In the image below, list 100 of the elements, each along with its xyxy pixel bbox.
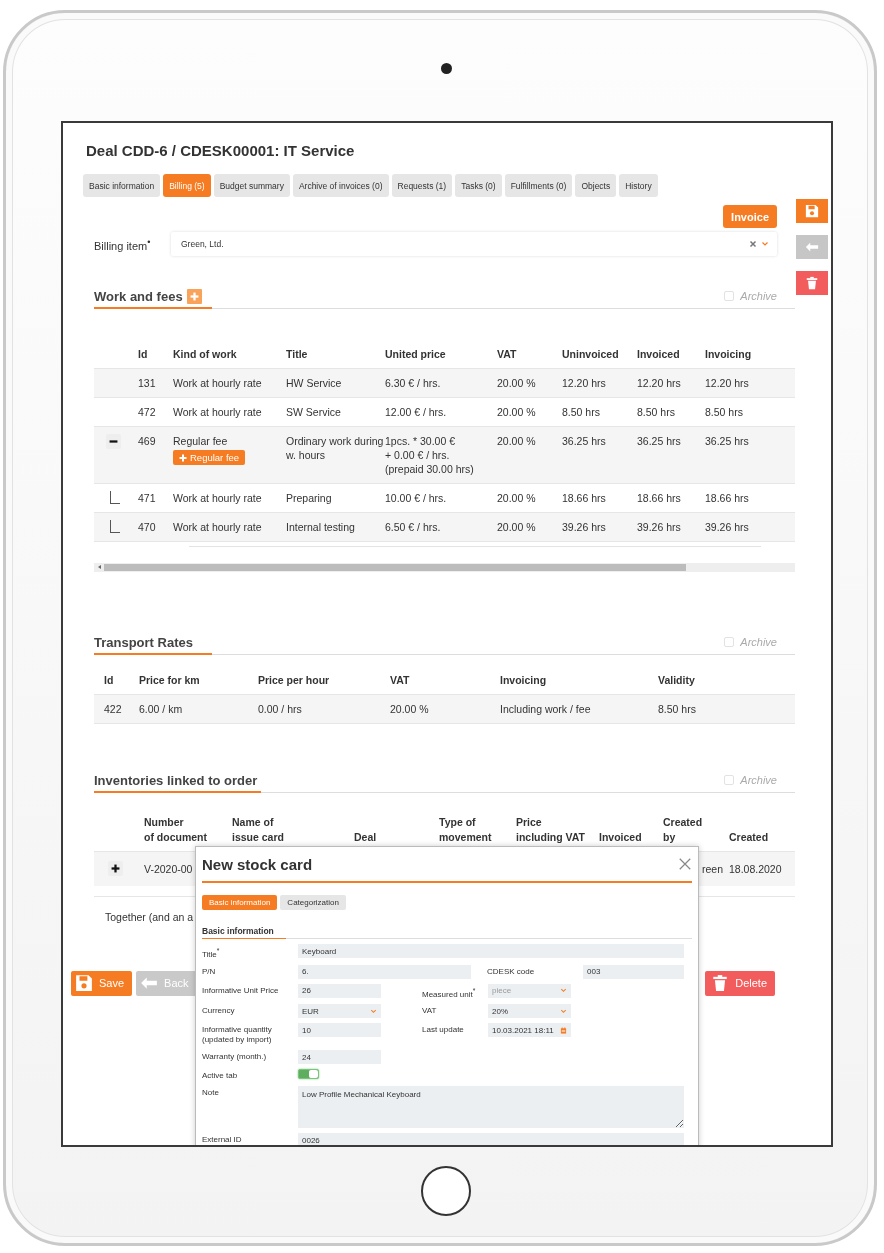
column-header: Price for km	[139, 667, 258, 695]
text-field[interactable]: 003	[583, 964, 684, 979]
text-field[interactable]: 0026	[298, 1133, 684, 1145]
table-cell: 12.20 hrs	[637, 368, 705, 398]
section-title: Transport Rates	[94, 634, 193, 650]
section-title: Basic information	[202, 926, 286, 939]
column-header: Number of document	[144, 809, 232, 852]
save-icon	[805, 204, 819, 218]
archive-label: Archive	[740, 636, 777, 648]
trash-icon	[805, 276, 819, 290]
table-cell: Internal testing	[286, 512, 385, 542]
trash-icon	[711, 974, 730, 992]
field-label: Title$^{*}$	[202, 946, 221, 960]
plus-icon	[189, 291, 199, 301]
tree-branch-icon	[110, 520, 120, 533]
table-cell: Work at hourly rate	[173, 368, 286, 398]
collapse-toggle[interactable]	[106, 434, 121, 449]
table-cell: 6.50 € / hrs.	[385, 512, 497, 542]
delete-button[interactable]	[796, 271, 828, 295]
table-cell: 12.20 hrs	[562, 368, 637, 398]
tab[interactable]: Objects	[575, 174, 617, 197]
table-cell: 36.25 hrs	[705, 426, 795, 484]
column-header: VAT	[497, 341, 562, 369]
column-header: Created	[729, 809, 795, 852]
table-cell: Regular fee	[173, 435, 228, 447]
text-field[interactable]: 6.	[298, 964, 471, 979]
table-cell: 6.30 € / hrs.	[385, 368, 497, 398]
close-button[interactable]	[678, 857, 692, 871]
camera-icon	[441, 63, 452, 74]
note-field[interactable]: Low Profile Mechanical Keyboard	[298, 1086, 684, 1129]
save-button[interactable]	[796, 199, 828, 223]
plus-icon	[111, 864, 120, 874]
tab[interactable]: Categorization	[280, 895, 346, 910]
column-header: Uninvoiced	[562, 341, 637, 369]
select-field[interactable]: EUR	[298, 1004, 381, 1019]
field-label: Informative quantity (updated by import)	[202, 1024, 273, 1046]
tab[interactable]: Budget summary	[213, 174, 290, 197]
archive-label: Archive	[740, 774, 777, 786]
table-cell: HW Service	[286, 368, 385, 398]
field-label: Last update	[422, 1024, 465, 1036]
page-title: Deal CDD-6 / CDESK00001: IT Service	[85, 141, 356, 161]
field-label: Currency	[202, 1005, 236, 1017]
save-icon	[75, 974, 93, 992]
text-field[interactable]: Keyboard	[298, 944, 684, 958]
field-label: P/N	[202, 965, 217, 977]
tab[interactable]: Tasks (0)	[455, 174, 502, 197]
add-button[interactable]	[186, 288, 202, 304]
table-cell: 6.00 / km	[139, 694, 258, 724]
billing-item-select[interactable]: Green, Ltd.	[171, 232, 777, 256]
column-header: United price	[385, 341, 497, 369]
archive-checkbox[interactable]	[724, 291, 735, 301]
column-header: Price including VAT	[516, 809, 599, 852]
column-header: Price per hour	[258, 667, 390, 695]
field-label: Measured unit$^{*}$	[422, 985, 477, 1000]
tab[interactable]: Requests (1)	[391, 174, 453, 197]
back-arrow-icon	[805, 240, 819, 254]
table-cell: 1pcs. * 30.00 € + 0.00 € / hrs. (prepaid 30.00 hrs)	[385, 426, 497, 484]
text-field[interactable]: 10	[298, 1023, 381, 1038]
tab[interactable]: History	[619, 174, 658, 197]
close-icon	[678, 857, 692, 871]
chevron-down-icon	[761, 240, 769, 248]
column-header: Deal	[354, 809, 439, 852]
section-title: Work and fees	[94, 288, 183, 304]
table-cell: 0.00 / hrs	[258, 694, 390, 724]
column-header: Title	[286, 341, 385, 369]
column-header: Name of issue card	[232, 809, 354, 852]
table-cell: 20.00 %	[497, 368, 562, 398]
tree-branch-icon	[110, 491, 120, 504]
column-header: Type of movement	[439, 809, 516, 852]
archive-checkbox[interactable]	[724, 775, 735, 785]
column-header: VAT	[390, 667, 500, 695]
field-label: Billing item$^{•}$	[94, 236, 152, 252]
field-label: External ID	[202, 1134, 243, 1145]
back-button[interactable]	[796, 235, 828, 259]
column-header: Kind of work	[173, 341, 286, 369]
table-cell: 39.26 hrs	[637, 512, 705, 542]
expand-toggle[interactable]	[108, 861, 123, 877]
field-label: Warranty (month.)	[202, 1051, 268, 1063]
text-field[interactable]: 26	[298, 983, 381, 998]
archive-checkbox[interactable]	[724, 637, 735, 647]
tab[interactable]: Basic information	[83, 174, 161, 197]
chevron-down-icon	[560, 987, 567, 995]
table-cell: 131	[138, 368, 173, 398]
horizontal-scrollbar[interactable]	[94, 563, 795, 572]
column-header: Invoiced	[637, 341, 705, 369]
tab[interactable]: Fulfillments (0)	[504, 174, 573, 197]
field-label: VAT	[422, 1005, 438, 1017]
calendar-icon	[560, 1026, 567, 1034]
table-cell: 20.00 %	[497, 426, 562, 484]
table-cell: 18.08.2020	[729, 851, 795, 886]
select-field[interactable]: 20%	[488, 1004, 571, 1019]
tab[interactable]: Archive of invoices (0)	[292, 174, 389, 197]
table-cell: 470	[138, 512, 173, 542]
text-field[interactable]: 24	[298, 1050, 381, 1065]
table-cell: 8.50 hrs	[658, 694, 795, 724]
column-header: Invoicing	[705, 341, 795, 369]
date-field[interactable]: 10.03.2021 18:11	[488, 1023, 571, 1038]
table-cell: 20.00 %	[497, 512, 562, 542]
toggle-switch[interactable]	[298, 1069, 319, 1080]
field-label: CDESK code	[487, 965, 536, 977]
